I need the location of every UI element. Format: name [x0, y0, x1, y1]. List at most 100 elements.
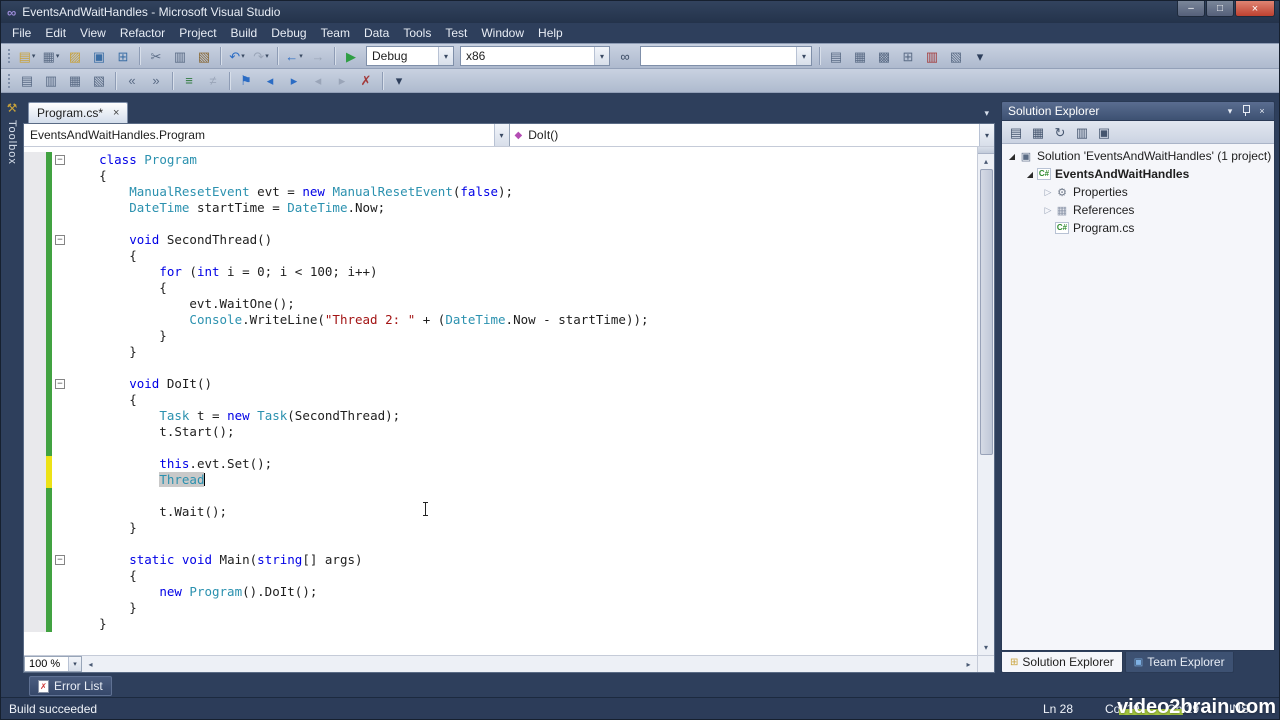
- code-line[interactable]: {: [24, 280, 977, 296]
- menu-item-project[interactable]: Project: [172, 24, 223, 42]
- menu-item-view[interactable]: View: [73, 24, 113, 42]
- open-file-icon[interactable]: ▨: [64, 46, 86, 66]
- toolbar-options-chevron[interactable]: ▾: [969, 46, 991, 66]
- fold-collapse-button[interactable]: −: [55, 379, 65, 389]
- error-list-tab[interactable]: ✗ Error List: [29, 676, 112, 696]
- code-text[interactable]: Task t = new Task(SecondThread);: [69, 408, 400, 424]
- code-text[interactable]: new Program().DoIt();: [69, 584, 317, 600]
- chevron-down-icon[interactable]: ▾: [493, 124, 509, 146]
- next-bookmark-folder-icon[interactable]: ▸: [331, 71, 353, 91]
- scrollbar-thumb[interactable]: [979, 169, 993, 455]
- code-line[interactable]: [24, 440, 977, 456]
- window-position-chevron-icon[interactable]: ▾: [1222, 106, 1238, 117]
- code-line[interactable]: }: [24, 520, 977, 536]
- undo-icon[interactable]: ↶ ▾: [226, 46, 248, 66]
- solution-configurations-dropdown[interactable]: Debug ▾: [366, 46, 454, 66]
- tree-item-properties[interactable]: ▷ ⚙ Properties: [1002, 183, 1274, 201]
- code-text[interactable]: static void Main(string[] args): [69, 552, 362, 568]
- tree-item-references[interactable]: ▷ ▦ References: [1002, 201, 1274, 219]
- code-text[interactable]: }: [69, 520, 137, 536]
- code-text[interactable]: void SecondThread(): [69, 232, 272, 248]
- increase-indent-icon[interactable]: »: [145, 71, 167, 91]
- code-line[interactable]: [24, 216, 977, 232]
- immediate-window-icon[interactable]: ▧: [945, 46, 967, 66]
- code-text[interactable]: t.Start();: [69, 424, 234, 440]
- navigate-forward-icon[interactable]: →: [307, 46, 329, 66]
- menu-item-refactor[interactable]: Refactor: [113, 24, 172, 42]
- object-browser-icon[interactable]: ▩: [873, 46, 895, 66]
- fold-collapse-button[interactable]: −: [55, 155, 65, 165]
- code-text[interactable]: this.evt.Set();: [69, 456, 272, 472]
- code-text[interactable]: {: [69, 568, 137, 584]
- splitter-handle[interactable]: [978, 147, 994, 154]
- minimize-button[interactable]: –: [1177, 1, 1205, 17]
- toolbox-tab[interactable]: ⚒ Toolbox: [1, 93, 23, 673]
- code-text[interactable]: {: [69, 248, 137, 264]
- code-text[interactable]: }: [69, 328, 167, 344]
- code-text[interactable]: t.Wait();: [69, 504, 227, 520]
- code-line[interactable]: DateTime startTime = DateTime.Now;: [24, 200, 977, 216]
- decrease-indent-icon[interactable]: «: [121, 71, 143, 91]
- document-list-chevron-icon[interactable]: ▾: [984, 108, 989, 119]
- code-line[interactable]: {: [24, 248, 977, 264]
- tab-team-explorer[interactable]: ▣ Team Explorer: [1124, 652, 1234, 673]
- collapsed-arrow-icon[interactable]: ▷: [1042, 205, 1054, 216]
- code-line[interactable]: t.Start();: [24, 424, 977, 440]
- code-text[interactable]: for (int i = 0; i < 100; i++): [69, 264, 377, 280]
- code-line[interactable]: {: [24, 392, 977, 408]
- code-line[interactable]: − static void Main(string[] args): [24, 552, 977, 568]
- chevron-down-icon[interactable]: ▾: [438, 47, 453, 65]
- code-line[interactable]: Console.WriteLine("Thread 2: " + (DateTi…: [24, 312, 977, 328]
- code-line[interactable]: − class Program: [24, 152, 977, 168]
- display-word-completion-icon[interactable]: ▧: [88, 71, 110, 91]
- tab-solution-explorer[interactable]: ⊞ Solution Explorer: [1001, 652, 1123, 673]
- code-text[interactable]: }: [69, 600, 137, 616]
- menu-item-team[interactable]: Team: [314, 24, 357, 42]
- code-line[interactable]: }: [24, 328, 977, 344]
- code-line[interactable]: {: [24, 168, 977, 184]
- chevron-down-icon[interactable]: ▾: [979, 124, 994, 146]
- auto-hide-pin-icon[interactable]: [1238, 104, 1254, 119]
- cut-icon[interactable]: ✂: [145, 46, 167, 66]
- fold-collapse-button[interactable]: −: [55, 555, 65, 565]
- chevron-down-icon[interactable]: ▾: [796, 47, 811, 65]
- scroll-left-icon[interactable]: ◂: [82, 656, 99, 672]
- code-line[interactable]: evt.WaitOne();: [24, 296, 977, 312]
- code-text[interactable]: void DoIt(): [69, 376, 212, 392]
- code-text[interactable]: {: [69, 280, 167, 296]
- error-list-icon[interactable]: ▥: [921, 46, 943, 66]
- copy-icon[interactable]: ▥: [169, 46, 191, 66]
- save-icon[interactable]: ▣: [88, 46, 110, 66]
- menu-item-tools[interactable]: Tools: [396, 24, 438, 42]
- scroll-down-icon[interactable]: ▾: [978, 640, 994, 655]
- code-text[interactable]: }: [69, 616, 107, 632]
- paste-icon[interactable]: ▧: [193, 46, 215, 66]
- menu-item-edit[interactable]: Edit: [38, 24, 73, 42]
- code-line[interactable]: ManualResetEvent evt = new ManualResetEv…: [24, 184, 977, 200]
- tree-item-solution-eventsandwaithandles-1-project-[interactable]: ◢ ▣ Solution 'EventsAndWaitHandles' (1 pro…: [1002, 147, 1274, 165]
- types-dropdown[interactable]: EventsAndWaitHandles.Program ▾: [24, 124, 510, 146]
- code-text[interactable]: DateTime startTime = DateTime.Now;: [69, 200, 385, 216]
- menu-item-build[interactable]: Build: [224, 24, 265, 42]
- code-line[interactable]: }: [24, 616, 977, 632]
- code-line[interactable]: {: [24, 568, 977, 584]
- code-line[interactable]: − void SecondThread(): [24, 232, 977, 248]
- comment-icon[interactable]: ≡: [178, 71, 200, 91]
- code-text[interactable]: ManualResetEvent evt = new ManualResetEv…: [69, 184, 513, 200]
- code-text[interactable]: }: [69, 344, 137, 360]
- new-project-icon[interactable]: ▤ ▾: [16, 46, 38, 66]
- display-parameter-info-icon[interactable]: ▥: [40, 71, 62, 91]
- menu-item-help[interactable]: Help: [531, 24, 570, 42]
- code-editor[interactable]: − class Program { ManualResetEvent evt =…: [24, 147, 994, 655]
- menu-item-file[interactable]: File: [5, 24, 38, 42]
- find-in-files-icon[interactable]: ∞: [614, 46, 636, 66]
- next-bookmark-icon[interactable]: ▸: [283, 71, 305, 91]
- fold-collapse-button[interactable]: −: [55, 235, 65, 245]
- uncomment-icon[interactable]: ≠: [202, 71, 224, 91]
- display-quick-info-icon[interactable]: ▦: [64, 71, 86, 91]
- toolbar-grip[interactable]: [7, 72, 11, 89]
- solution-explorer-icon[interactable]: ▤: [825, 46, 847, 66]
- chevron-down-icon[interactable]: ▾: [68, 657, 81, 671]
- toolbox-icon[interactable]: ⊞: [897, 46, 919, 66]
- close-button[interactable]: ×: [1235, 1, 1275, 17]
